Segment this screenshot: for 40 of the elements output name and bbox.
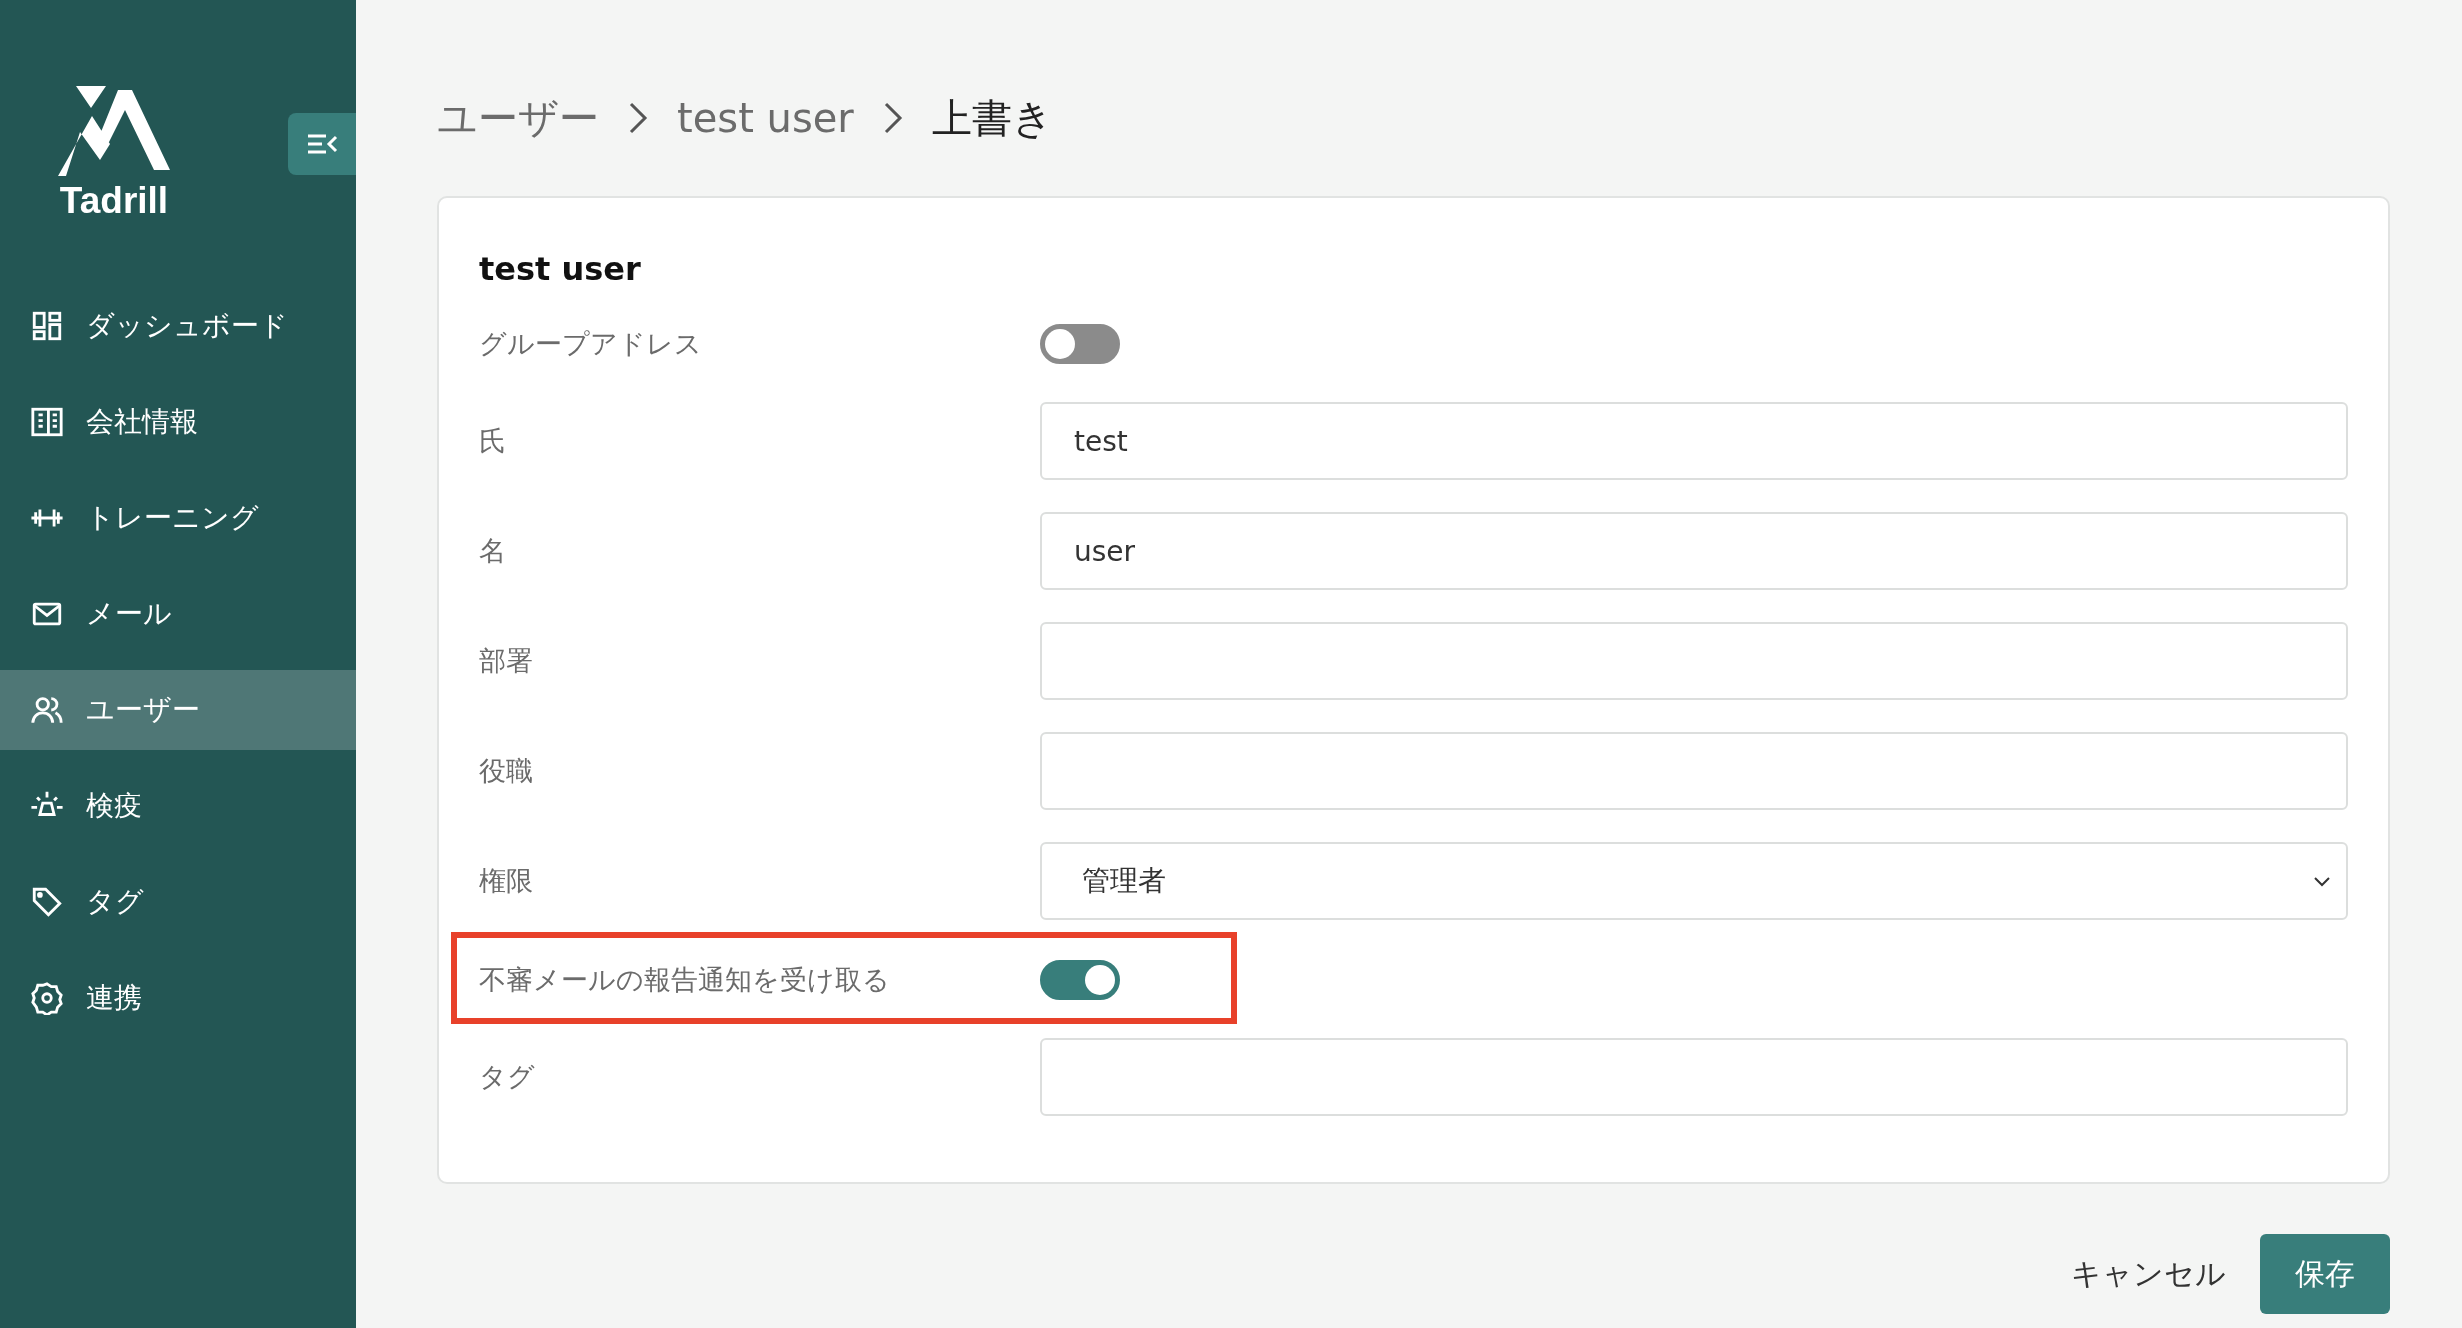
collapse-menu-icon — [306, 132, 338, 156]
text-field[interactable]: test — [1040, 402, 2348, 480]
field-label: 役職 — [479, 754, 534, 788]
nav-item[interactable]: トレーニング — [0, 478, 356, 558]
text-field[interactable] — [1040, 622, 2348, 700]
collapse-sidebar-button[interactable] — [288, 113, 356, 175]
logo-text: Tadrill — [59, 180, 169, 222]
nav-item[interactable]: タグ — [0, 862, 356, 942]
field-label: タグ — [479, 1060, 536, 1094]
toggle-switch[interactable] — [1040, 960, 1120, 1000]
field-label: 不審メールの報告通知を受け取る — [479, 963, 891, 997]
nav-item[interactable]: ユーザー — [0, 670, 356, 750]
save-button[interactable]: 保存 — [2260, 1234, 2390, 1314]
select-field[interactable]: 管理者 — [1040, 842, 2348, 920]
cancel-button[interactable]: キャンセル — [2071, 1243, 2226, 1305]
breadcrumb-current: 上書き — [931, 93, 1053, 143]
nav-item[interactable]: 検疫 — [0, 766, 356, 846]
chevron-down-icon — [2312, 874, 2332, 888]
nav-item[interactable]: 連携 — [0, 958, 356, 1038]
nav-item[interactable]: ダッシュボード — [0, 286, 356, 366]
field-label: 氏 — [479, 424, 507, 458]
breadcrumb-link[interactable]: ユーザー — [437, 90, 599, 146]
logo-icon — [58, 86, 170, 176]
field-label: 名 — [479, 534, 507, 568]
text-field[interactable] — [1040, 732, 2348, 810]
field-label: グループアドレス — [479, 327, 703, 361]
tag-icon — [30, 885, 64, 919]
field-label: 部署 — [479, 644, 534, 678]
building-icon — [30, 405, 64, 439]
field-label: 権限 — [479, 864, 534, 898]
chevron-right-icon — [627, 100, 649, 136]
text-field[interactable]: user — [1040, 512, 2348, 590]
toggle-switch[interactable] — [1040, 324, 1120, 364]
breadcrumb-link[interactable]: test user — [677, 95, 854, 141]
nav-item[interactable]: メール — [0, 574, 356, 654]
text-field[interactable] — [1040, 1038, 2348, 1116]
nav-item[interactable]: 会社情報 — [0, 382, 356, 462]
settings-icon — [30, 981, 64, 1015]
grid-icon — [30, 309, 64, 343]
card-title: test user — [479, 250, 642, 288]
